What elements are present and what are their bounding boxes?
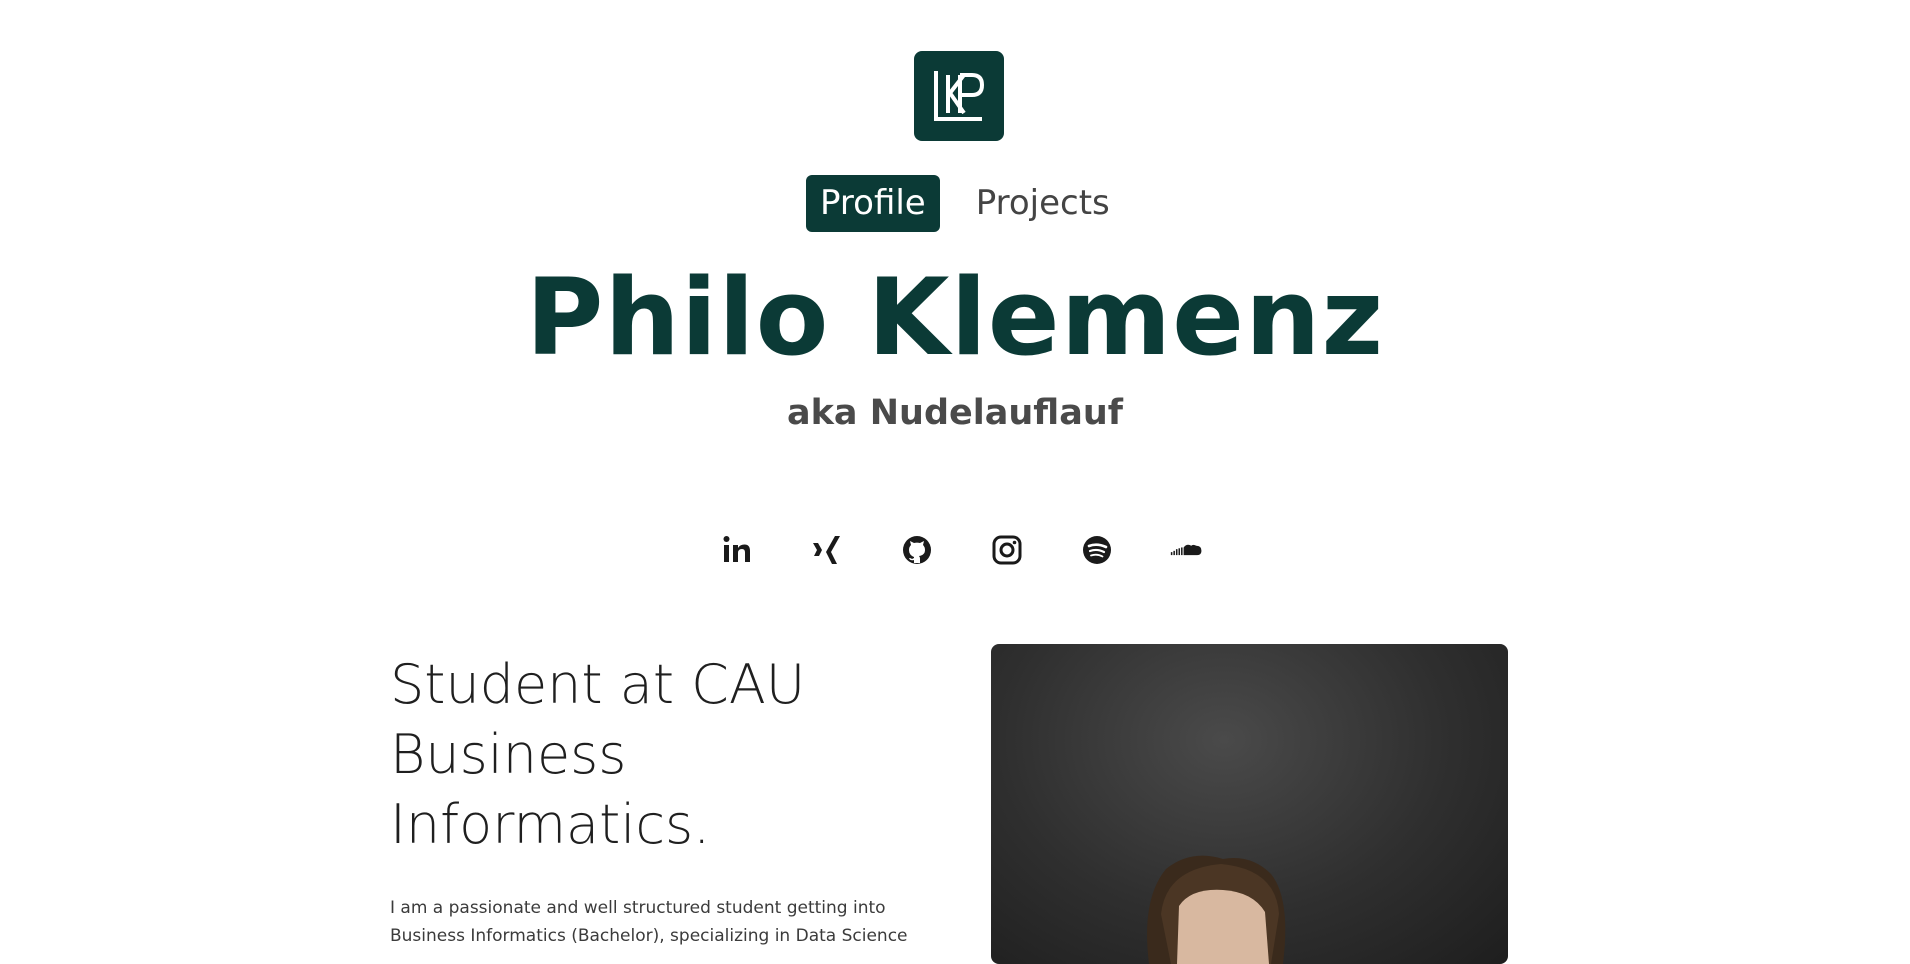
bio-line: I am a passionate and well structured st… <box>390 898 886 918</box>
xing-link[interactable] <box>804 527 850 573</box>
hero-subtitle: aka Nudelauflauf <box>787 393 1123 433</box>
github-icon <box>903 536 931 564</box>
linkedin-icon <box>723 536 750 562</box>
lkp-monogram-icon <box>934 71 985 121</box>
spotify-icon <box>1083 536 1111 564</box>
xing-icon <box>813 536 840 564</box>
tagline-line: Business <box>390 723 627 786</box>
github-link[interactable] <box>894 527 940 573</box>
profile-photo <box>991 644 1508 964</box>
social-links <box>714 527 1210 573</box>
soundcloud-link[interactable] <box>1164 527 1210 573</box>
instagram-icon <box>992 535 1022 565</box>
site-logo[interactable] <box>914 51 1004 141</box>
bio-line: Business Informatics (Bachelor), special… <box>390 926 908 946</box>
nav-profile[interactable]: Profile <box>806 175 940 232</box>
spotify-link[interactable] <box>1074 527 1120 573</box>
nav-projects[interactable]: Projects <box>962 175 1124 232</box>
hero-name: Philo Klemenz <box>525 256 1385 379</box>
linkedin-link[interactable] <box>714 527 760 573</box>
about-bio: I am a passionate and well structured st… <box>390 894 908 950</box>
soundcloud-icon <box>1170 544 1202 556</box>
main-nav: Profile Projects <box>806 175 1124 232</box>
tagline-line: Informatics. <box>390 793 711 856</box>
tagline-line: Student at CAU <box>390 653 806 716</box>
instagram-link[interactable] <box>984 527 1030 573</box>
portrait-icon <box>1147 855 1286 964</box>
about-tagline: Student at CAU Business Informatics. <box>390 650 910 860</box>
